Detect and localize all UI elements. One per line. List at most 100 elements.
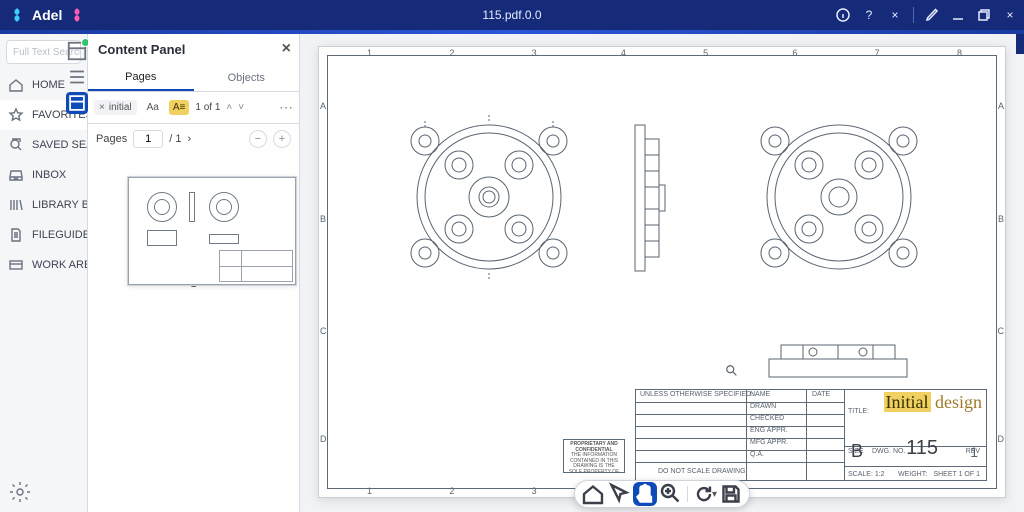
lbl-drawn: DRAWN [750, 403, 776, 410]
settings-button[interactable] [8, 480, 32, 504]
app-logo-pink-icon [68, 6, 86, 24]
search-chip[interactable]: × initial [94, 100, 137, 115]
titlebar-left: Adel [8, 6, 86, 24]
lbl-weight: WEIGHT: [898, 471, 927, 478]
content-panel-tabs: Pages Objects [88, 64, 299, 92]
info-button[interactable] [835, 7, 851, 23]
rail-item-workarea[interactable]: WORK AREA [0, 250, 87, 280]
window-minimize-button[interactable] [950, 7, 966, 23]
frame-tick: 1 [367, 48, 372, 58]
edit-button[interactable] [924, 7, 940, 23]
flange-rear-view [749, 107, 929, 287]
inbox-icon [8, 167, 24, 183]
zoom-out-thumb-button[interactable]: − [249, 130, 267, 148]
search-prev-button[interactable]: ˄ [226, 102, 232, 113]
lbl-name: NAME [750, 391, 770, 398]
frame-tick: 2 [449, 48, 454, 58]
bookmark-search-icon [8, 137, 24, 153]
rail-item-inbox[interactable]: INBOX [0, 160, 87, 190]
page-total: / 1 [169, 133, 181, 145]
project-title-highlight: Initial [884, 392, 931, 412]
frame-tick: 5 [703, 48, 708, 58]
page-nav: Pages / 1 › − + [88, 124, 299, 154]
proprietary-note: PROPRIETARY AND CONFIDENTIAL THE INFORMA… [563, 439, 625, 473]
file-icon [8, 227, 24, 243]
lbl-dwgno: DWG. NO. [872, 448, 905, 455]
content-panel-searchbar: × initial Aa A≡ 1 of 1 ˄ ˅ ⋯ [88, 92, 299, 124]
window-close-button[interactable]: × [1002, 7, 1018, 23]
zoom-tool-button[interactable] [659, 482, 683, 506]
frame-tick: 7 [875, 48, 880, 58]
document-canvas[interactable]: 1 2 3 4 5 6 7 8 1 2 3 A B C D A B C D [300, 34, 1024, 512]
rotate-menu-caret[interactable]: ▾ [712, 489, 717, 500]
thumbnail-strip: 1 [88, 154, 299, 512]
titlebar-separator [913, 7, 914, 23]
save-view-button[interactable] [719, 482, 743, 506]
flange-top-view [763, 335, 913, 383]
search-more-button[interactable]: ⋯ [279, 99, 293, 116]
spec-header: UNLESS OTHERWISE SPECIFIED: [640, 391, 753, 398]
flange-front-view [399, 107, 579, 287]
dwg-number: 115 [906, 437, 938, 460]
rail-item-label: HOME [32, 79, 65, 91]
frame-tick: B [998, 214, 1004, 224]
title-block: PROPRIETARY AND CONFIDENTIAL THE INFORMA… [635, 389, 987, 481]
content-panel-close-button[interactable]: × [282, 41, 291, 57]
page-next-button[interactable]: › [187, 133, 191, 145]
chip-clear-icon[interactable]: × [99, 102, 105, 113]
rail-item-label: FILEGUIDE [32, 229, 87, 241]
zoom-in-thumb-button[interactable]: + [273, 130, 291, 148]
workarea-icon [8, 257, 24, 273]
select-tool-button[interactable] [607, 482, 631, 506]
frame-tick: A [998, 101, 1004, 111]
project-title: Initial design [884, 392, 983, 413]
rail-item-label: INBOX [32, 169, 66, 181]
lbl-qa: Q.A. [750, 451, 764, 458]
search-chip-label: initial [109, 102, 132, 113]
help-button[interactable]: ? [861, 7, 877, 23]
background-window-peek [1016, 34, 1024, 54]
lbl-date: DATE [812, 391, 830, 398]
frame-tick: C [320, 326, 327, 336]
rail-item-fileguide[interactable]: FILEGUIDE [0, 220, 87, 250]
frame-tick: 2 [449, 486, 454, 496]
tab-objects[interactable]: Objects [194, 64, 300, 91]
match-case-toggle[interactable]: Aa [143, 100, 163, 115]
page-number-input[interactable] [133, 130, 163, 148]
home-icon [8, 77, 24, 93]
window-restore-button[interactable] [976, 7, 992, 23]
pan-tool-button[interactable] [633, 482, 657, 506]
proprietary-header: PROPRIETARY AND CONFIDENTIAL [570, 441, 618, 453]
page-thumbnail[interactable]: 1 [109, 164, 279, 290]
tab-pages[interactable]: Pages [88, 64, 194, 91]
lbl-engappr: ENG APPR. [750, 427, 788, 434]
frame-tick: 8 [957, 48, 962, 58]
outline-tab-button[interactable] [66, 66, 88, 88]
frame-tick: 1 [367, 486, 372, 496]
rail-item-saved-search[interactable]: SAVED SEARCH [0, 130, 87, 160]
content-tab-button[interactable] [66, 92, 88, 114]
library-icon [8, 197, 24, 213]
frame-tick: D [998, 434, 1005, 444]
lbl-checked: CHECKED [750, 415, 784, 422]
content-panel-title: Content Panel [98, 42, 185, 57]
rail-item-label: LIBRARY BROWSE [32, 199, 87, 211]
lbl-donotscale: DO NOT SCALE DRAWING [658, 468, 746, 475]
thumbnails-tab-button[interactable] [66, 40, 88, 62]
flange-side-view [629, 119, 669, 277]
home-view-button[interactable] [581, 482, 605, 506]
whole-word-toggle[interactable]: A≡ [169, 100, 190, 115]
frame-tick: C [998, 326, 1005, 336]
toolbar-separator [687, 486, 688, 502]
search-result-count: 1 of 1 [195, 102, 220, 113]
tab-close-button[interactable]: × [887, 7, 903, 23]
star-icon [8, 107, 24, 123]
search-next-button[interactable]: ˅ [238, 102, 244, 113]
frame-tick: 3 [532, 48, 537, 58]
rail-item-library[interactable]: LIBRARY BROWSE [0, 190, 87, 220]
main-area: Full Text Search HOME FAVORITES SAVED SE… [0, 34, 1024, 512]
rev-value: 1 [970, 444, 978, 460]
rail-item-label: WORK AREA [32, 259, 87, 271]
drawing-sheet: 1 2 3 4 5 6 7 8 1 2 3 A B C D A B C D [318, 46, 1006, 498]
size-value: B [851, 441, 863, 462]
